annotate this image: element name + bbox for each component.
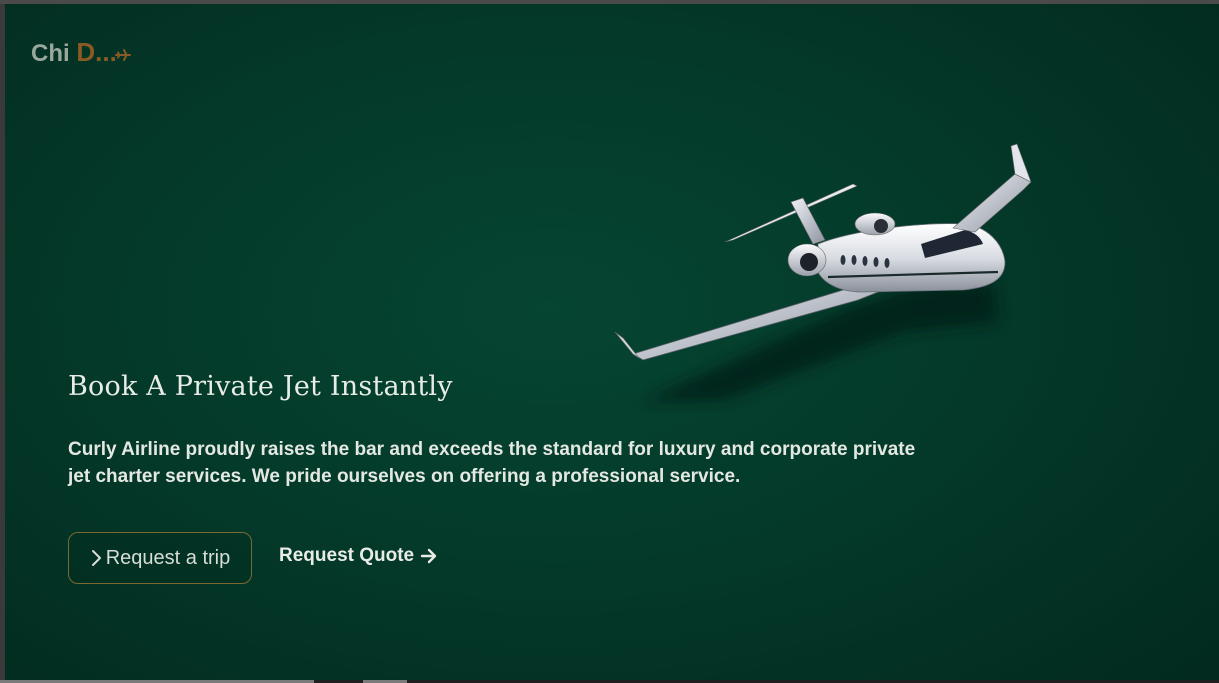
request-quote-link[interactable]: Request Quote [279, 542, 438, 570]
hero-description: Curly Airline proudly raises the bar and… [68, 439, 916, 487]
request-trip-button[interactable]: Request a trip [68, 532, 252, 584]
plane-icon [114, 41, 131, 69]
brand-name-part1: Chi [31, 40, 70, 67]
request-quote-label: Request Quote [279, 545, 415, 566]
arrow-right-icon [420, 548, 438, 564]
hero-title: Book A Private Jet Instantly [68, 371, 453, 402]
brand-logo[interactable]: Chi D... [31, 38, 131, 69]
private-jet-image [603, 132, 1043, 422]
brand-name-part2: D... [76, 37, 117, 67]
request-trip-label: Request a trip [105, 546, 231, 569]
chevron-right-icon [90, 549, 102, 567]
hero-section: Chi D... Book A Private Jet Instantly Cu… [5, 4, 1219, 680]
